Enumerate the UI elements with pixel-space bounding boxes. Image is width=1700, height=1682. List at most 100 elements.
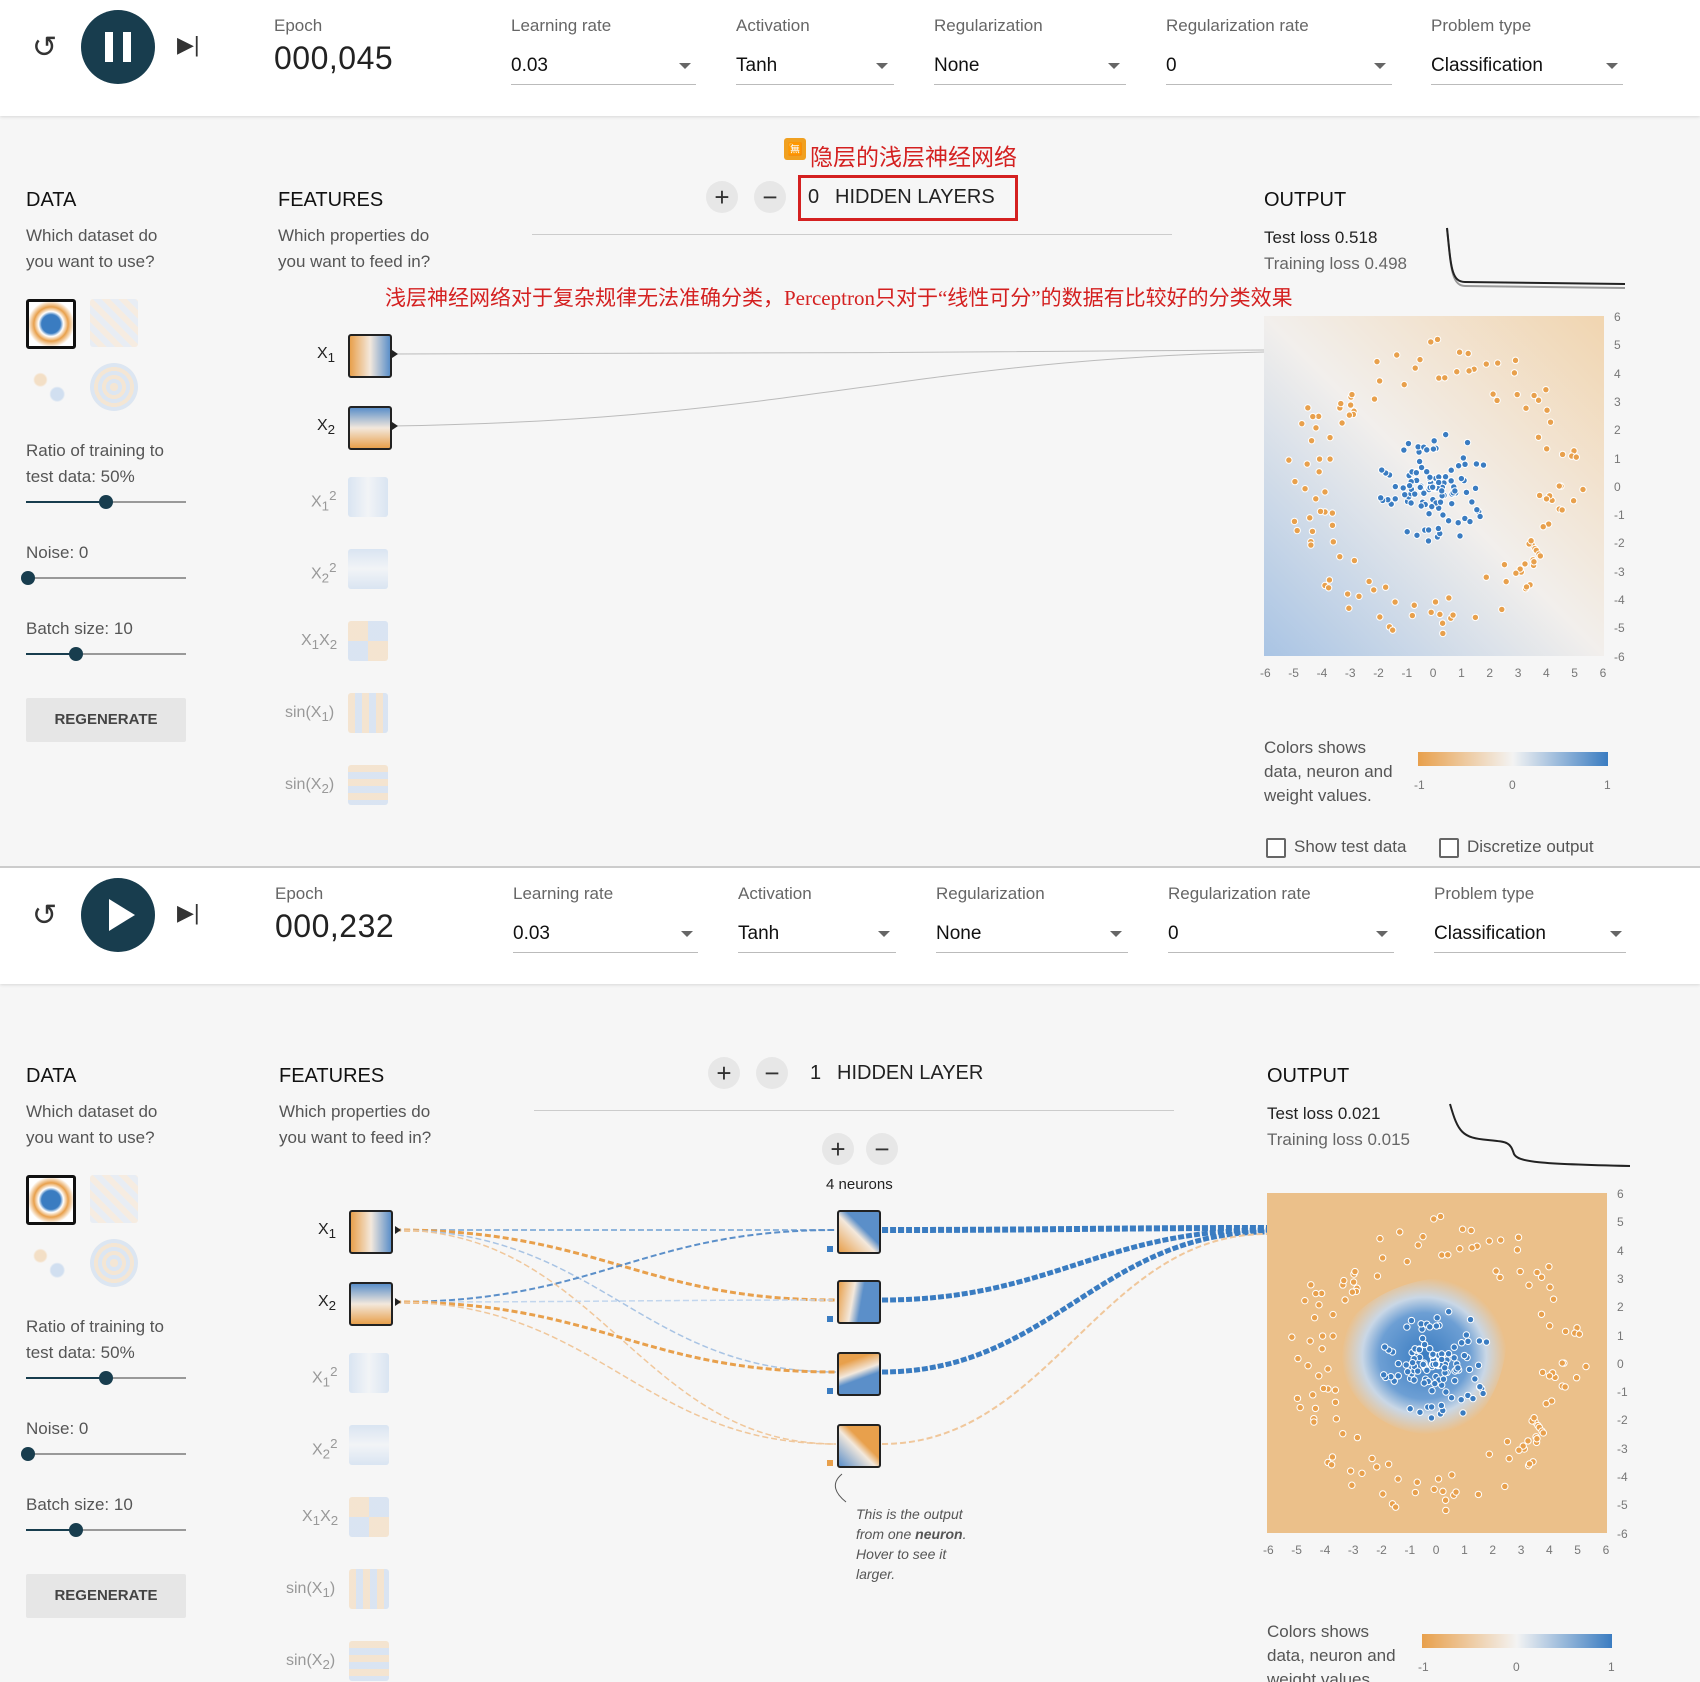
data-point <box>1307 541 1315 549</box>
data-point <box>1572 1374 1581 1382</box>
add-layer-button[interactable]: + <box>706 181 738 213</box>
data-point <box>1381 583 1390 591</box>
weight-link-x1-output[interactable] <box>391 349 1265 355</box>
x-tick: 5 <box>1571 666 1578 680</box>
data-point <box>1375 377 1384 385</box>
hidden-neuron-4[interactable] <box>837 1424 881 1468</box>
bias-square-3 <box>827 1388 833 1394</box>
data-point <box>1416 483 1424 492</box>
data-point <box>1348 1288 1357 1296</box>
data-point <box>1346 1467 1355 1475</box>
link-x2-h4[interactable] <box>394 1301 837 1445</box>
data-point <box>1423 1366 1431 1374</box>
x-tick: -6 <box>1260 666 1271 680</box>
y-tick: -5 <box>1617 1498 1628 1513</box>
data-point <box>1400 380 1408 389</box>
hidden-neuron-2[interactable] <box>837 1280 881 1324</box>
data-point <box>1582 1362 1590 1371</box>
data-point <box>1501 1482 1509 1491</box>
data-point <box>1324 584 1333 592</box>
link-x2-h2[interactable] <box>394 1299 837 1303</box>
link-x1-h2[interactable] <box>394 1228 837 1302</box>
data-point <box>1414 1367 1422 1375</box>
data-point <box>1482 573 1490 581</box>
data-point <box>1401 490 1409 499</box>
data-point <box>1516 1267 1524 1276</box>
data-point <box>1558 450 1567 459</box>
data-point <box>1447 477 1455 485</box>
data-point <box>1348 390 1356 399</box>
link-h3-out[interactable] <box>881 1229 1268 1375</box>
data-point <box>1326 455 1334 463</box>
data-point <box>1431 1360 1440 1368</box>
data-point <box>1315 1372 1323 1380</box>
data-point <box>1457 1339 1466 1347</box>
y-tick: -6 <box>1614 649 1625 664</box>
data-point <box>1444 1251 1452 1259</box>
data-point <box>1394 1475 1402 1483</box>
data-point <box>1417 463 1426 472</box>
data-point <box>1410 1376 1418 1384</box>
color-legend <box>1418 752 1608 766</box>
output-heatmap[interactable] <box>1267 1193 1607 1533</box>
data-point <box>1493 396 1501 405</box>
link-x2-h3[interactable] <box>394 1300 837 1374</box>
data-point <box>1321 488 1329 496</box>
bias-square-1 <box>827 1246 833 1252</box>
hidden-neuron-1[interactable] <box>837 1210 881 1254</box>
loss-chart <box>1449 1103 1630 1167</box>
data-point <box>1293 1394 1302 1403</box>
data-point <box>1411 490 1419 498</box>
data-point <box>1312 495 1320 503</box>
data-point <box>1542 385 1550 394</box>
data-point <box>1345 604 1353 612</box>
data-point <box>1419 1232 1427 1241</box>
data-point <box>1417 502 1425 510</box>
link-h1-out[interactable] <box>881 1225 1268 1233</box>
link-x1-h4[interactable] <box>394 1229 837 1445</box>
layers-divider <box>532 234 1172 235</box>
x-tick: 0 <box>1432 1543 1440 1557</box>
data-point <box>1424 537 1433 545</box>
data-point <box>1325 576 1334 584</box>
weight-link-x2-output[interactable] <box>391 351 1265 427</box>
data-point <box>1458 1225 1467 1233</box>
show-test-data-checkbox[interactable] <box>1266 838 1286 858</box>
x-tick: 3 <box>1517 1543 1525 1557</box>
data-point <box>1472 460 1481 468</box>
data-point <box>1306 514 1314 522</box>
data-point <box>1542 495 1551 503</box>
data-point <box>1471 1375 1479 1383</box>
data-point <box>1431 1379 1439 1388</box>
data-point <box>1454 462 1463 470</box>
remove-layer-button[interactable]: − <box>754 181 786 213</box>
data-point <box>1463 438 1472 447</box>
link-x2-h1[interactable] <box>394 1229 837 1303</box>
data-point <box>1381 1343 1389 1351</box>
data-point <box>1444 517 1453 525</box>
hidden-neuron-3[interactable] <box>837 1352 881 1396</box>
data-point <box>1457 474 1466 483</box>
data-point <box>1291 477 1299 486</box>
data-point <box>1514 1233 1523 1242</box>
data-point <box>1307 1281 1315 1289</box>
data-point <box>1420 489 1428 497</box>
data-point <box>1285 456 1293 464</box>
data-point <box>1349 1278 1358 1286</box>
data-point <box>1474 1490 1483 1499</box>
output-title: OUTPUT <box>1267 1065 1350 1087</box>
data-point <box>1307 436 1316 445</box>
data-point <box>1406 1405 1414 1413</box>
data-point <box>1441 1496 1450 1504</box>
data-point <box>1312 424 1320 432</box>
output-heatmap[interactable] <box>1264 316 1604 656</box>
data-point <box>1438 619 1447 627</box>
data-point <box>1457 1395 1465 1404</box>
data-point <box>1393 351 1401 359</box>
data-point <box>1370 586 1378 594</box>
tooltip-line-2: from one neuron. <box>856 1526 967 1542</box>
discretize-output-checkbox[interactable] <box>1439 838 1459 858</box>
colors-text-1: Colors shows <box>1264 738 1367 757</box>
data-point <box>1351 1267 1359 1276</box>
data-point <box>1420 1379 1428 1387</box>
